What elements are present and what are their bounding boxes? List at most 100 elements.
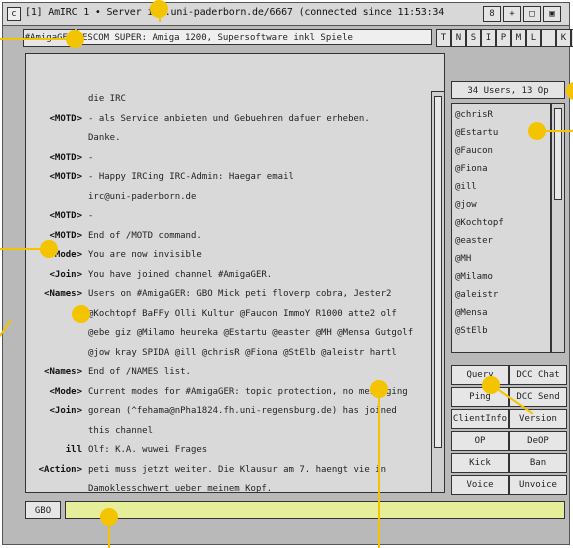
chat-line: <MOTD> - als Service anbieten und Gebuehr… <box>26 112 441 127</box>
voice-button[interactable]: Voice <box>451 475 509 495</box>
callout-line-userlist <box>540 130 573 132</box>
mode-m-button[interactable]: M <box>511 29 526 47</box>
chat-line: <MOTD> - <box>26 209 441 224</box>
ban-button[interactable]: Ban <box>509 453 567 473</box>
chat-line-text: peti muss jetzt weiter. Die Klausur am 7… <box>88 464 387 475</box>
version-button[interactable]: Version <box>509 409 567 429</box>
user-list-item[interactable]: @chrisR <box>455 108 493 123</box>
user-list-item[interactable]: @Milamo <box>455 270 493 285</box>
callout-marker-modes <box>40 240 58 258</box>
chat-line: <Names> End of /NAMES list. <box>26 365 441 380</box>
user-list-item[interactable]: @Faucon <box>455 144 493 159</box>
mode-p-button[interactable]: P <box>496 29 511 47</box>
amirc-window: c [1] AmIRC 1 • Server irc.uni-paderborn… <box>2 2 573 545</box>
zoom-gadget[interactable]: □ <box>523 6 541 22</box>
topic-field[interactable]: ESCOM SUPER: Amiga 1200, Supersoftware i… <box>77 29 432 45</box>
user-list-item[interactable]: @Mensa <box>455 306 488 321</box>
chat-line-text: @Kochtopf BaFFy Olli Kultur @Faucon Immo… <box>88 308 397 319</box>
mode-i-button[interactable]: I <box>481 29 496 47</box>
user-list[interactable]: @chrisR @Estartu @Faucon @Fiona @ill @jow @Koc… <box>451 103 551 353</box>
callout-marker-buttons <box>482 376 500 394</box>
chat-line-prefix: <Action> <box>38 464 82 475</box>
mode-n-button[interactable]: N <box>451 29 466 47</box>
chat-line-text: Danke. <box>88 133 121 143</box>
chat-line-prefix: <Names> <box>44 289 82 299</box>
user-list-item[interactable]: @MH <box>455 252 471 267</box>
clientinfo-button[interactable]: ClientInfo <box>451 409 509 429</box>
nick-label[interactable]: GBO <box>25 501 61 519</box>
user-list-item[interactable]: @StElb <box>455 324 488 339</box>
mode-t-button[interactable]: T <box>436 29 451 47</box>
chat-line-prefix: <MOTD> <box>49 211 82 221</box>
message-input[interactable] <box>65 501 565 519</box>
user-list-item[interactable]: @Fiona <box>455 162 488 177</box>
user-count-header: 34 Users, 13 Op <box>451 81 565 99</box>
callout-marker-names <box>72 305 90 323</box>
chat-line: <MOTD> End of /MOTD command. <box>26 229 441 244</box>
user-list-item[interactable]: @Estartu <box>455 126 498 141</box>
callout-line-input <box>108 524 110 548</box>
kick-button[interactable]: Kick <box>451 453 509 473</box>
chat-output[interactable]: die IRC <MOTD> - als Service anbieten und … <box>25 53 445 494</box>
userlist-scroll-knob[interactable] <box>554 108 562 200</box>
chat-line-text: Current modes for #AmigaGER: topic prote… <box>88 386 408 397</box>
dcc-chat-button[interactable]: DCC Chat <box>509 365 567 385</box>
callout-line-modes <box>0 248 42 250</box>
chat-line-text: @ebe giz @Milamo heureka @Estartu @easte… <box>88 328 414 338</box>
op-button[interactable]: OP <box>451 431 509 451</box>
mode-k-button[interactable]: K <box>556 29 571 47</box>
chat-line-prefix: ill <box>65 445 82 455</box>
chat-line-prefix: <MOTD> <box>49 113 82 124</box>
mode-l-button[interactable]: L <box>526 29 541 47</box>
chat-line-prefix: <Join> <box>49 269 82 280</box>
chat-line-text: Damoklesschwert ueber meinem Kopf. <box>88 484 273 494</box>
chat-line: <Join> You have joined channel #AmigaGER. <box>26 268 441 283</box>
chat-line: irc@uni-paderborn.de <box>26 190 441 205</box>
user-list-item[interactable]: @ill <box>455 180 477 195</box>
chat-line-prefix: <MOTD> <box>49 152 82 163</box>
user-list-item[interactable]: @Kochtopf <box>455 216 504 231</box>
chat-line-text: - Happy IRCing IRC-Admin: Haegar email <box>88 172 294 182</box>
title-bar[interactable]: c [1] AmIRC 1 • Server irc.uni-paderborn… <box>3 3 569 26</box>
chat-line-prefix: <MOTD> <box>49 172 82 182</box>
chat-scroll-knob[interactable] <box>434 96 442 448</box>
userlist-scrollbar[interactable] <box>551 103 565 353</box>
chat-line-text: irc@uni-paderborn.de <box>88 191 197 202</box>
iconify-gadget[interactable]: 8 <box>483 6 501 22</box>
chat-line-text: this channel <box>88 425 154 436</box>
user-list-item[interactable]: @aleistr <box>455 288 498 303</box>
jump-gadget[interactable]: + <box>503 6 521 22</box>
close-gadget[interactable]: c <box>7 7 21 21</box>
chat-line: die IRC <box>26 92 441 107</box>
chat-line-prefix: <Names> <box>44 367 82 377</box>
callout-line-title <box>159 14 161 22</box>
callout-line-channel <box>0 38 68 40</box>
chat-line-text: gorean (^fehama@nPha1824.fh.uni-regensbu… <box>88 406 397 416</box>
deop-button[interactable]: DeOP <box>509 431 567 451</box>
chat-line-prefix: <Join> <box>49 406 82 416</box>
callout-marker-channel <box>66 30 84 48</box>
query-button[interactable]: Query <box>451 365 509 385</box>
chat-line-text: Olf: K.A. wuwei Frages <box>88 445 208 455</box>
chat-line-text: die IRC <box>88 94 126 104</box>
window-title: [1] AmIRC 1 • Server irc.uni-paderborn.d… <box>25 7 445 18</box>
chat-line-text: Users on #AmigaGER: GBO Mick peti flover… <box>88 289 392 299</box>
chat-line-text: You have joined channel #AmigaGER. <box>88 269 273 280</box>
chat-line-text: @jow kray SPIDA @ill @chrisR @Fiona @StE… <box>88 347 397 358</box>
mode-s-button[interactable]: S <box>466 29 481 47</box>
depth-gadget[interactable]: ▣ <box>543 6 561 22</box>
chat-line-text: End of /NAMES list. <box>88 367 191 377</box>
chat-scrollbar[interactable] <box>431 91 445 493</box>
chat-line-text: You are now invisible <box>88 250 202 260</box>
unvoice-button[interactable]: Unvoice <box>509 475 567 495</box>
chat-line: <MOTD> - Happy IRCing IRC-Admin: Haegar e… <box>26 170 441 185</box>
channel-bar: #AmigaGER ESCOM SUPER: Amiga 1200, Super… <box>23 29 573 47</box>
chat-line-text: - als Service anbieten und Gebuehren daf… <box>88 113 370 124</box>
mode-limit-field[interactable] <box>541 29 556 47</box>
user-list-item[interactable]: @easter <box>455 234 493 249</box>
user-list-item[interactable]: @jow <box>455 198 477 213</box>
chat-line: <Mode> You are now invisible <box>26 248 441 263</box>
chat-line: <Names> Users on #AmigaGER: GBO Mick peti… <box>26 287 441 302</box>
chat-line-text: - <box>88 211 94 221</box>
callout-line-chat <box>378 396 380 548</box>
